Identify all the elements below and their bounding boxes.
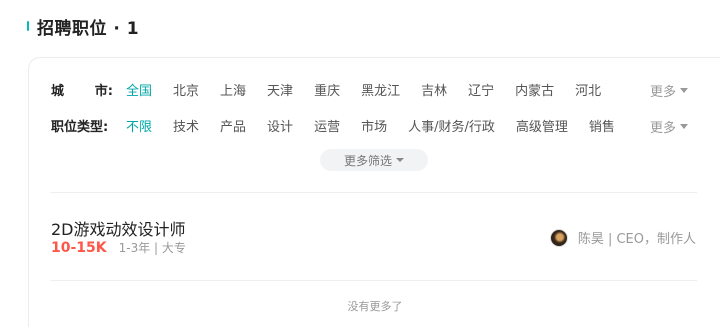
city-option-tianjin[interactable]: 天津 xyxy=(267,80,293,99)
recruiter-info[interactable]: 陈昊 | CEO，制作人 xyxy=(549,228,696,247)
job-requirements: 1-3年 | 大专 xyxy=(118,241,186,255)
city-more-label: 更多 xyxy=(649,85,676,100)
position-type-option-product[interactable]: 产品 xyxy=(220,116,246,135)
city-more-button[interactable]: 更多 xyxy=(650,81,688,100)
position-type-filter-label: 职位类型: xyxy=(51,119,109,135)
position-type-option-any[interactable]: 不限 xyxy=(126,116,152,135)
position-type-option-marketing[interactable]: 市场 xyxy=(361,116,387,135)
chevron-down-icon xyxy=(680,88,688,93)
city-filter-row: 城 市: 全国 北京 上海 天津 重庆 黑龙江 吉林 辽宁 内蒙古 河北 xyxy=(51,79,622,99)
city-option-jilin[interactable]: 吉林 xyxy=(421,80,447,99)
divider xyxy=(51,280,697,281)
position-type-option-design[interactable]: 设计 xyxy=(267,116,293,135)
position-type-option-sales[interactable]: 销售 xyxy=(589,116,615,135)
avatar xyxy=(549,228,568,247)
city-filter-label-char-2: 市: xyxy=(94,83,113,99)
header-accent-bar xyxy=(27,21,29,31)
divider xyxy=(51,192,697,193)
section-header: 招聘职位 · 1 xyxy=(27,14,140,39)
job-title[interactable]: 2D游戏动效设计师 xyxy=(51,216,186,240)
recruiter-name-title: 陈昊 | CEO，制作人 xyxy=(577,232,696,247)
city-option-shanghai[interactable]: 上海 xyxy=(220,80,246,99)
position-type-option-tech[interactable]: 技术 xyxy=(173,116,199,135)
city-option-all[interactable]: 全国 xyxy=(126,80,152,99)
job-info: 10-15K 1-3年 | 大专 xyxy=(51,239,186,256)
city-filter-label: 城 市: xyxy=(51,80,113,99)
position-type-more-button[interactable]: 更多 xyxy=(650,117,688,136)
position-type-option-hr-finance[interactable]: 人事/财务/行政 xyxy=(408,116,495,135)
city-option-neimenggu[interactable]: 内蒙古 xyxy=(515,80,554,99)
more-filters-button[interactable]: 更多筛选 xyxy=(320,149,428,171)
no-more-text: 没有更多了 xyxy=(347,300,403,313)
city-option-hebei[interactable]: 河北 xyxy=(575,80,601,99)
city-option-liaoning[interactable]: 辽宁 xyxy=(468,80,494,99)
position-type-more-label: 更多 xyxy=(649,121,676,136)
more-filters-label: 更多筛选 xyxy=(343,153,392,168)
city-filter-label-char-1: 城 xyxy=(51,83,65,99)
position-type-option-senior-management[interactable]: 高级管理 xyxy=(516,116,568,135)
chevron-down-icon xyxy=(680,124,688,129)
section-title: 招聘职位 · 1 xyxy=(37,18,140,39)
city-option-beijing[interactable]: 北京 xyxy=(173,80,199,99)
job-salary: 10-15K xyxy=(51,240,107,256)
chevron-down-icon xyxy=(396,158,404,162)
job-list-card: 城 市: 全国 北京 上海 天津 重庆 黑龙江 吉林 辽宁 内蒙古 河北 更多 … xyxy=(28,57,720,327)
city-option-chongqing[interactable]: 重庆 xyxy=(314,80,340,99)
city-option-heilongjiang[interactable]: 黑龙江 xyxy=(361,80,400,99)
position-type-option-operations[interactable]: 运营 xyxy=(314,116,340,135)
position-type-filter-row: 职位类型: 不限 技术 产品 设计 运营 市场 人事/财务/行政 高级管理 销售 xyxy=(51,115,636,135)
